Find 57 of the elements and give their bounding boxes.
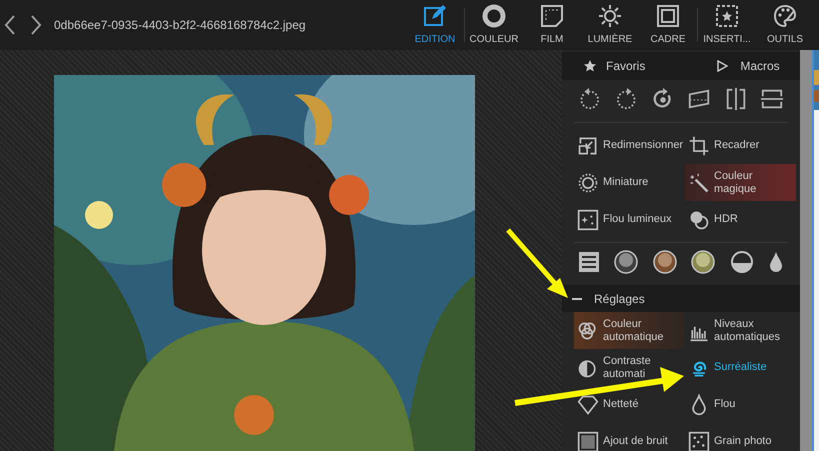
tool-button[interactable]: Surréaliste (685, 349, 796, 386)
scrollbar[interactable] (800, 50, 812, 451)
gradient-circle-icon[interactable] (614, 250, 638, 274)
film-icon (539, 3, 565, 29)
tool-button[interactable]: Couleur magique (685, 164, 796, 201)
tool-button[interactable]: Recadrer (685, 127, 796, 164)
straighten-icon[interactable] (687, 87, 712, 111)
rotate-right-icon[interactable] (614, 87, 638, 111)
palette-icon (772, 3, 798, 29)
magic-wand-icon (688, 172, 710, 194)
macros-tab[interactable]: Macros (717, 57, 780, 75)
forward-icon[interactable] (30, 14, 42, 36)
toolbar-tab[interactable]: EDITION (406, 0, 464, 50)
back-icon[interactable] (4, 14, 16, 36)
tool-button[interactable]: Couleur automatique (574, 312, 685, 349)
gradient-circle-icon[interactable] (691, 250, 716, 274)
tool-button[interactable]: Flou (685, 386, 796, 423)
toolbar-tab[interactable]: COULEUR (465, 0, 523, 50)
edit-icon (422, 3, 448, 29)
flip-vertical-icon[interactable] (760, 87, 784, 111)
arrow (506, 228, 568, 298)
tool-button[interactable]: Contraste automati (574, 349, 685, 386)
diamond-icon (577, 394, 599, 416)
file-name: 0db66ee7-0935-4403-b2f2-4668168784c2.jpeg (54, 17, 306, 34)
gradient-circle-icon[interactable] (652, 250, 677, 274)
crop-icon (688, 134, 710, 156)
tool-button[interactable]: Grain photo (685, 423, 796, 451)
sun-icon (597, 3, 623, 29)
toolbar-tab[interactable]: INSERTI... (698, 0, 756, 50)
star-frame-icon (714, 3, 740, 29)
sparkle-icon (577, 208, 599, 230)
section-header[interactable]: Réglages (562, 285, 800, 312)
tool-button[interactable]: Ajout de bruit (574, 423, 685, 451)
tool-button[interactable]: Niveaux automatiques (685, 312, 796, 349)
overlapping-circles-icon (688, 208, 710, 230)
ring-icon (481, 3, 507, 29)
frame-icon (655, 3, 681, 29)
tool-button[interactable]: Miniature (574, 164, 685, 201)
tool-button[interactable]: Flou lumineux (574, 201, 685, 238)
list-icon[interactable] (578, 251, 600, 273)
play-icon (717, 60, 728, 72)
star-icon (584, 60, 596, 72)
resize-icon (577, 134, 599, 156)
half-circle-icon[interactable] (730, 250, 754, 274)
toolbar-tab[interactable]: LUMIÈRE (581, 0, 639, 50)
grain-icon (688, 430, 710, 451)
favorites-tab[interactable]: Favoris (584, 57, 646, 75)
toolbar-tab[interactable]: FILM (523, 0, 581, 50)
toolbar-tab[interactable]: CADRE (639, 0, 697, 50)
tool-button[interactable]: Netteté (574, 386, 685, 423)
rotate-left-icon[interactable] (578, 87, 602, 111)
drop-icon[interactable] (768, 251, 784, 273)
dotted-ring-icon (577, 172, 599, 194)
checker-icon (577, 430, 599, 451)
toolbar-tab[interactable]: OUTILS (756, 0, 814, 50)
tool-button[interactable]: Redimensionner (574, 127, 685, 164)
tool-button[interactable]: HDR (685, 201, 796, 238)
